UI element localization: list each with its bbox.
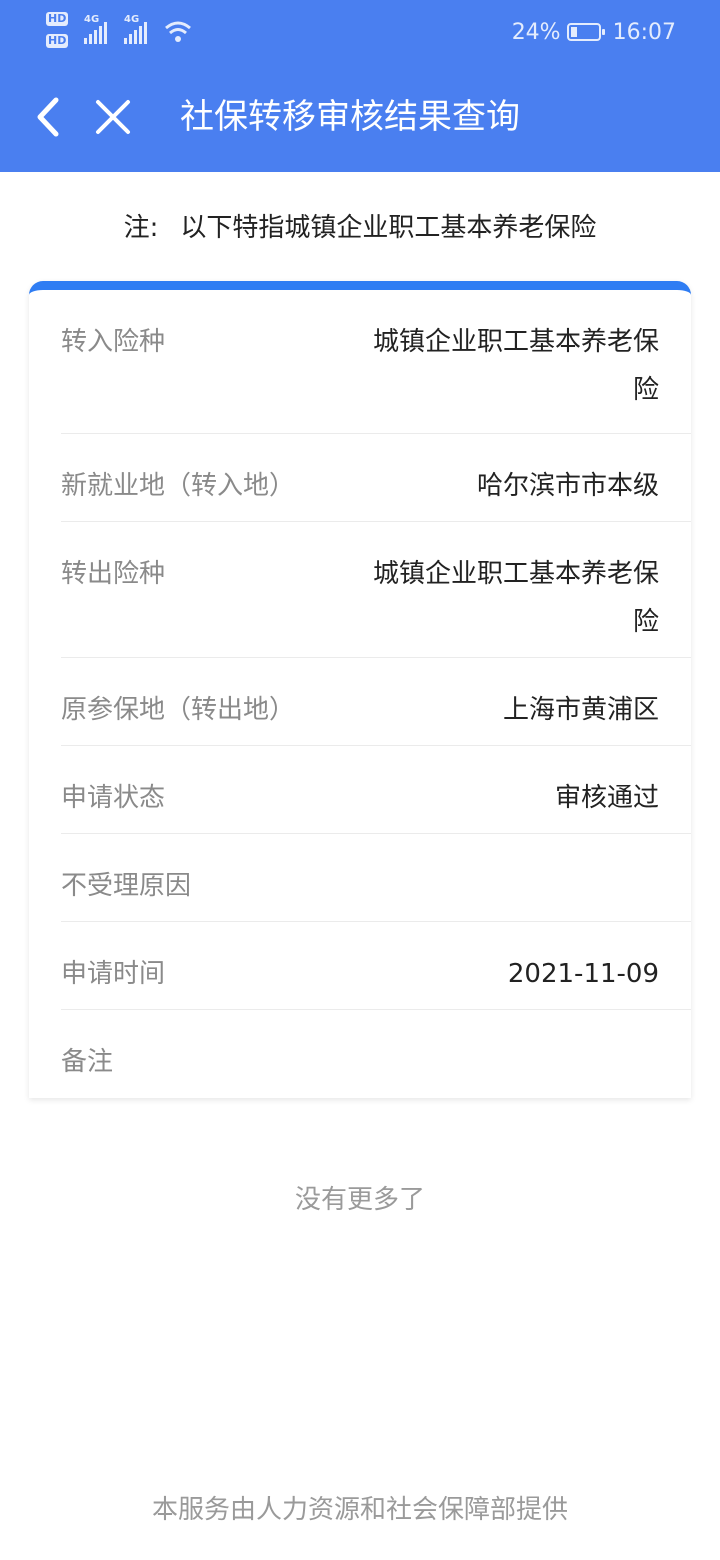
detail-row: 新就业地（转入地） 哈尔滨市市本级 xyxy=(61,434,691,522)
row-value: 城镇企业职工基本养老保险 xyxy=(372,327,659,405)
row-value: 上海市黄浦区 xyxy=(502,695,659,725)
row-label: 申请状态 xyxy=(61,783,166,813)
detail-row: 申请状态 审核通过 xyxy=(61,746,691,834)
note-prefix: 注: xyxy=(123,213,159,243)
no-more-text: 没有更多了 xyxy=(294,1185,425,1215)
row-label: 转出险种 xyxy=(61,559,166,589)
nav-bar: 社保转移审核结果查询 xyxy=(0,82,720,152)
detail-row: 转出险种 城镇企业职工基本养老保险 xyxy=(61,522,691,658)
battery-icon xyxy=(566,23,605,41)
hd-badge: HD xyxy=(46,34,69,48)
detail-row: 备注 xyxy=(61,1010,691,1098)
footer-text: 本服务由人力资源和社会保障部提供 xyxy=(151,1495,568,1525)
chevron-left-icon[interactable] xyxy=(28,92,68,142)
row-label: 原参保地（转出地） xyxy=(61,695,296,725)
note-text: 以下特指城镇企业职工基本养老保险 xyxy=(180,213,597,243)
row-label: 转入险种 xyxy=(61,327,166,357)
hd-badge: HD xyxy=(46,12,69,26)
detail-row: 转入险种 城镇企业职工基本养老保险 xyxy=(61,290,691,434)
app-header: HD HD 4G 4G 24% 16:07 社保转移审核结果查询 xyxy=(0,0,720,172)
note-line: 注: 以下特指城镇企业职工基本养老保险 xyxy=(0,206,720,250)
battery-fill xyxy=(570,27,577,37)
row-value: 哈尔滨市市本级 xyxy=(476,471,659,501)
status-bar: HD HD 4G 4G 24% 16:07 xyxy=(0,0,720,64)
row-label: 申请时间 xyxy=(61,959,166,989)
row-label: 不受理原因 xyxy=(61,871,192,901)
battery-percent: 24% xyxy=(511,19,561,45)
status-right: 24% 16:07 xyxy=(512,16,676,48)
detail-row: 原参保地（转出地） 上海市黄浦区 xyxy=(61,658,691,746)
network-type-label: 4G xyxy=(124,14,140,25)
page-title: 社保转移审核结果查询 xyxy=(180,97,520,137)
row-label: 备注 xyxy=(61,1047,114,1077)
network-type-label: 4G xyxy=(84,14,100,25)
row-value: 2021-11-09 xyxy=(507,959,659,989)
clock: 16:07 xyxy=(612,19,676,45)
detail-card: 转入险种 城镇企业职工基本养老保险 新就业地（转入地） 哈尔滨市市本级 转出险种… xyxy=(29,281,691,1098)
row-value: 城镇企业职工基本养老保险 xyxy=(372,559,659,637)
close-icon[interactable] xyxy=(90,94,136,140)
wifi-icon xyxy=(165,21,191,42)
detail-row: 不受理原因 xyxy=(61,834,691,922)
detail-row: 申请时间 2021-11-09 xyxy=(61,922,691,1010)
row-label: 新就业地（转入地） xyxy=(61,471,296,501)
row-value: 审核通过 xyxy=(554,783,659,813)
